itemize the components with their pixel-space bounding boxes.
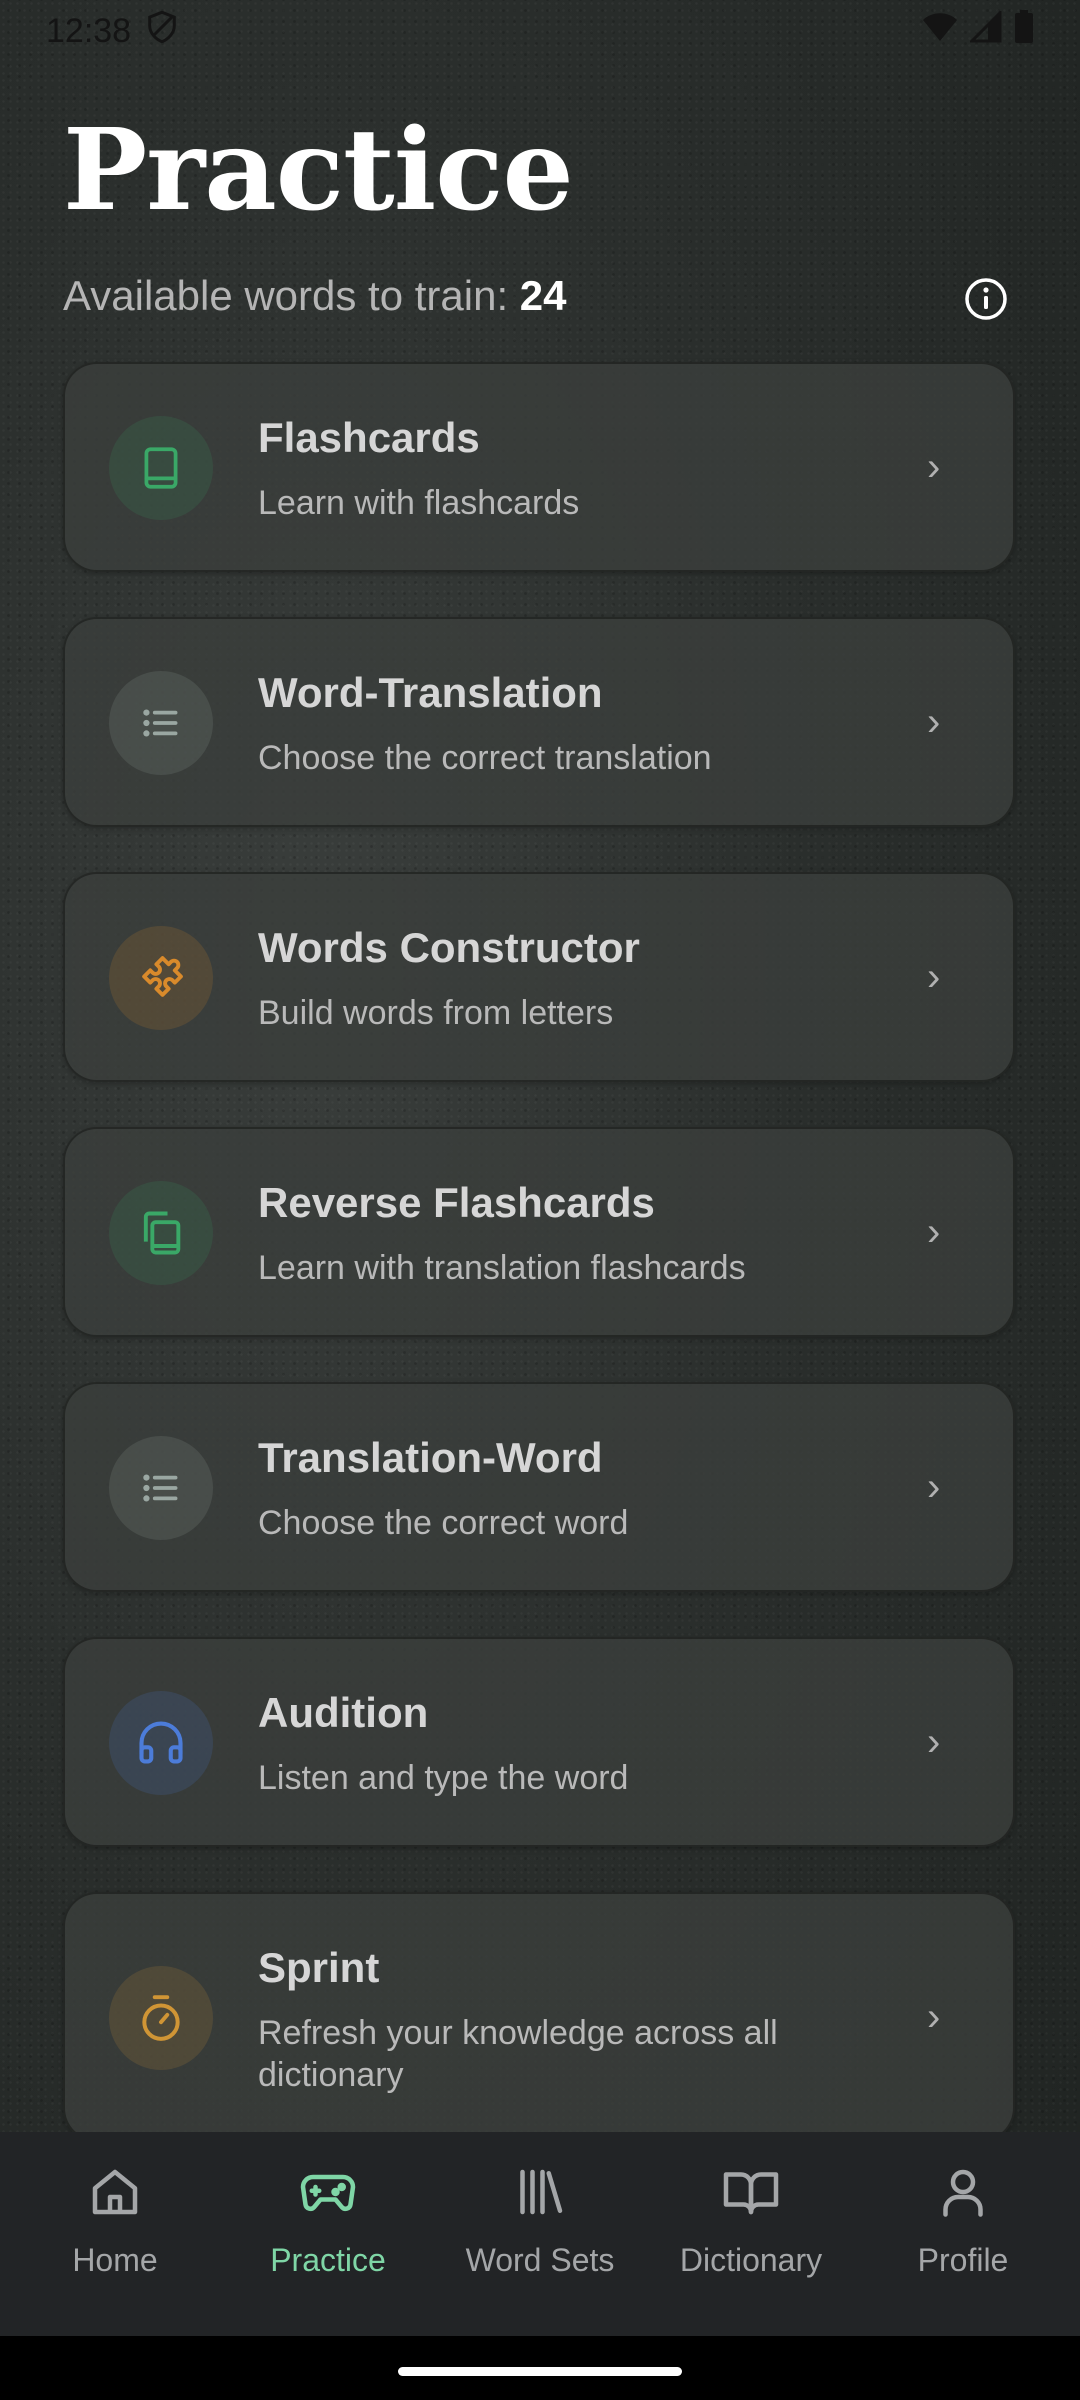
mode-subtitle: Learn with translation flashcards bbox=[258, 1249, 746, 1287]
list-icon bbox=[109, 1436, 213, 1540]
chevron-right-icon: › bbox=[927, 1719, 941, 1764]
nav-item-practice[interactable]: Practice bbox=[233, 2162, 423, 2312]
nav-item-profile[interactable]: Profile bbox=[868, 2162, 1058, 2312]
info-icon[interactable] bbox=[962, 275, 1010, 323]
home-icon bbox=[92, 2169, 138, 2215]
available-words-count: 24 bbox=[519, 272, 567, 319]
mode-subtitle: Refresh your knowledge across all dictio… bbox=[258, 2014, 778, 2094]
book-icon bbox=[109, 416, 213, 520]
wifi-icon bbox=[922, 12, 958, 51]
nav-item-word-sets[interactable]: Word Sets bbox=[445, 2162, 635, 2312]
page-title: Practice bbox=[63, 105, 574, 236]
puzzle-icon bbox=[109, 926, 213, 1030]
battery-icon bbox=[1014, 9, 1034, 53]
mode-card-flashcards[interactable]: Flashcards Learn with flashcards › bbox=[63, 362, 1015, 572]
mode-card-word-translation[interactable]: Word-Translation Choose the correct tran… bbox=[63, 617, 1015, 827]
mode-title: Word-Translation bbox=[258, 669, 603, 716]
status-bar: 12:38 bbox=[0, 0, 1080, 62]
status-left: 12:38 bbox=[46, 10, 177, 52]
nav-label: Dictionary bbox=[679, 2242, 823, 2278]
nav-label: Word Sets bbox=[465, 2242, 615, 2278]
copy-cards-icon bbox=[109, 1181, 213, 1285]
bottom-navigation: Home Practice Word Sets Dictionary Profi… bbox=[0, 2132, 1080, 2336]
shield-icon bbox=[147, 10, 177, 52]
status-right bbox=[922, 8, 1034, 53]
person-icon bbox=[943, 2169, 983, 2217]
available-words-text: Available words to train: 24 bbox=[63, 272, 567, 320]
library-icon bbox=[520, 2169, 563, 2215]
nav-label: Practice bbox=[270, 2242, 386, 2278]
gamepad-icon bbox=[300, 2174, 356, 2211]
mode-subtitle: Build words from letters bbox=[258, 994, 614, 1032]
status-time: 12:38 bbox=[46, 11, 132, 50]
mode-card-words-constructor[interactable]: Words Constructor Build words from lette… bbox=[63, 872, 1015, 1082]
headphones-icon bbox=[109, 1691, 213, 1795]
chevron-right-icon: › bbox=[927, 954, 941, 999]
timer-icon bbox=[109, 1966, 213, 2070]
mode-subtitle: Choose the correct translation bbox=[258, 739, 712, 777]
nav-item-home[interactable]: Home bbox=[20, 2162, 210, 2312]
mode-title: Audition bbox=[258, 1689, 429, 1736]
nav-label: Home bbox=[72, 2242, 158, 2278]
mode-subtitle: Listen and type the word bbox=[258, 1759, 629, 1797]
mode-title: Sprint bbox=[258, 1944, 380, 1991]
mode-subtitle: Choose the correct word bbox=[258, 1504, 629, 1542]
mode-subtitle: Learn with flashcards bbox=[258, 484, 580, 522]
chevron-right-icon: › bbox=[927, 1464, 941, 1509]
mode-title: Flashcards bbox=[258, 414, 480, 461]
home-gesture-bar[interactable] bbox=[398, 2367, 682, 2376]
list-icon bbox=[109, 671, 213, 775]
chevron-right-icon: › bbox=[927, 444, 941, 489]
mode-card-audition[interactable]: Audition Listen and type the word › bbox=[63, 1637, 1015, 1847]
mode-title: Words Constructor bbox=[258, 924, 640, 971]
nav-label: Profile bbox=[917, 2242, 1009, 2278]
mode-card-sprint[interactable]: Sprint Refresh your knowledge across all… bbox=[63, 1892, 1015, 2142]
chevron-right-icon: › bbox=[927, 699, 941, 744]
nav-item-dictionary[interactable]: Dictionary bbox=[656, 2162, 846, 2312]
available-words-label: Available words to train: bbox=[63, 272, 509, 319]
mode-card-reverse-flashcards[interactable]: Reverse Flashcards Learn with translatio… bbox=[63, 1127, 1015, 1337]
mode-card-translation-word[interactable]: Translation-Word Choose the correct word… bbox=[63, 1382, 1015, 1592]
mode-title: Translation-Word bbox=[258, 1434, 603, 1481]
mode-title: Reverse Flashcards bbox=[258, 1179, 655, 1226]
open-book-icon bbox=[723, 2172, 779, 2215]
chevron-right-icon: › bbox=[927, 1209, 941, 1254]
chevron-right-icon: › bbox=[927, 1994, 941, 2039]
signal-icon bbox=[968, 8, 1002, 52]
